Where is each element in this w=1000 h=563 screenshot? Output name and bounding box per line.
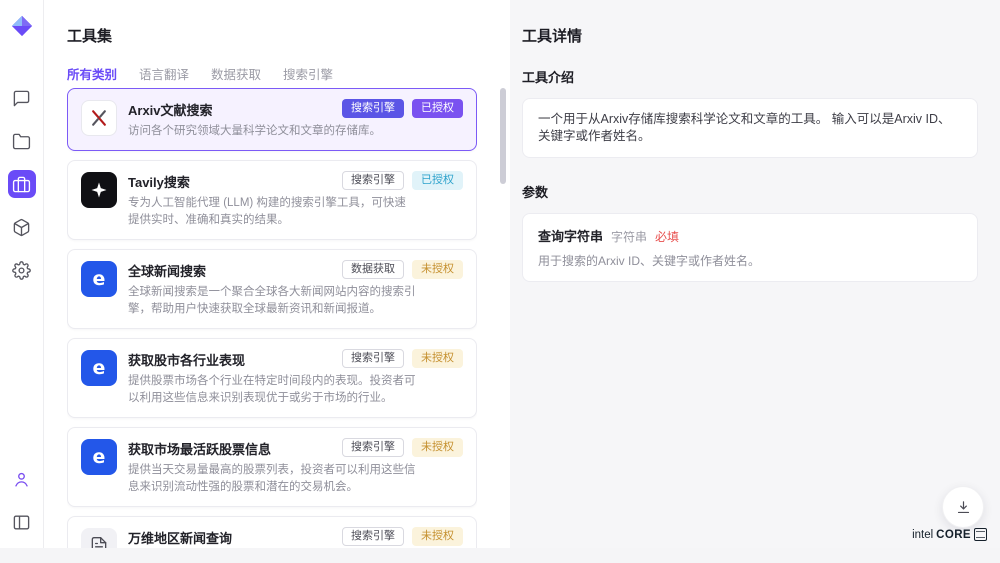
- detail-title: 工具详情: [522, 25, 978, 46]
- app-logo: [11, 15, 33, 42]
- category-badge: 搜索引擎: [342, 349, 404, 368]
- tool-title: Tavily搜索: [128, 171, 190, 191]
- tab-search-engine[interactable]: 搜索引擎: [283, 64, 333, 83]
- tool-description: 提供当天交易量最高的股票列表，投资者可以利用这些信息来识别流动性强的股票和潜在的…: [128, 462, 416, 496]
- auth-badge: 未授权: [412, 527, 463, 546]
- briefcase-icon: [12, 175, 31, 194]
- package-icon: [12, 218, 31, 237]
- download-icon: [955, 499, 972, 516]
- user-icon: [12, 470, 31, 489]
- news-provider-icon: e: [81, 261, 117, 297]
- param-required-badge: 必填: [655, 228, 679, 245]
- nav-tools-button[interactable]: [8, 170, 36, 198]
- tool-card-arxiv[interactable]: Arxiv文献搜索 搜索引擎 已授权 访问各个研究领域大量科学论文和文章的存储库…: [67, 88, 477, 151]
- tool-card-list: Arxiv文献搜索 搜索引擎 已授权 访问各个研究领域大量科学论文和文章的存储库…: [67, 88, 477, 548]
- category-badge: 搜索引擎: [342, 171, 404, 190]
- intro-card: 一个用于从Arxiv存储库搜索科学论文和文章的工具。 输入可以是Arxiv ID…: [522, 98, 978, 158]
- intel-brand-text: intel: [912, 529, 933, 541]
- tab-data-fetch[interactable]: 数据获取: [211, 64, 261, 83]
- collapse-panel-icon: [12, 513, 31, 532]
- tool-title: Arxiv文献搜索: [128, 99, 213, 119]
- category-badge: 搜索引擎: [342, 99, 404, 118]
- intel-ultra-badge: [974, 528, 987, 541]
- stock-provider-icon: e: [81, 350, 117, 386]
- sidebar-rail: [0, 0, 44, 548]
- nav-chat-button[interactable]: [8, 84, 36, 112]
- auth-badge: 未授权: [412, 438, 463, 457]
- tool-list-panel: 工具集 所有类别 语言翻译 数据获取 搜索引擎 Arxiv文献搜索 搜索引擎 已…: [44, 0, 510, 548]
- nav-settings-button[interactable]: [8, 256, 36, 284]
- intro-heading: 工具介绍: [522, 67, 978, 86]
- chat-icon: [12, 89, 31, 108]
- tavily-sparkle-icon: [81, 172, 117, 208]
- app-root: 工具集 所有类别 语言翻译 数据获取 搜索引擎 Arxiv文献搜索 搜索引擎 已…: [0, 0, 1000, 548]
- tool-card-most-active-stocks[interactable]: e 获取市场最活跃股票信息 搜索引擎 未授权 提供当天交易量最高的股票列表，投资…: [67, 427, 477, 507]
- gear-icon: [12, 261, 31, 280]
- category-badge: 数据获取: [342, 260, 404, 279]
- tool-title: 获取股市各行业表现: [128, 349, 245, 369]
- tab-language-translation[interactable]: 语言翻译: [139, 64, 189, 83]
- tool-description: 专为人工智能代理 (LLM) 构建的搜索引擎工具，可快速提供实时、准确和真实的结…: [128, 195, 416, 229]
- params-heading: 参数: [522, 182, 978, 201]
- download-button[interactable]: [942, 486, 984, 528]
- tool-description: 访问各个研究领域大量科学论文和文章的存储库。: [128, 123, 416, 140]
- tool-title: 获取市场最活跃股票信息: [128, 438, 271, 458]
- tool-title: 全球新闻搜索: [128, 260, 206, 280]
- param-card: 查询字符串 字符串 必填 用于搜索的Arxiv ID、关键字或作者姓名。: [522, 213, 978, 282]
- auth-badge: 未授权: [412, 260, 463, 279]
- category-tabs: 所有类别 语言翻译 数据获取 搜索引擎: [67, 64, 333, 83]
- tool-description: 提供股票市场各个行业在特定时间段内的表现。投资者可以利用这些信息来识别表现优于或…: [128, 373, 416, 407]
- logo-gem-icon: [11, 15, 33, 37]
- page-title: 工具集: [67, 25, 112, 46]
- newspaper-icon: [81, 528, 117, 548]
- nav-files-button[interactable]: [8, 127, 36, 155]
- core-brand-text: CORE: [936, 529, 971, 541]
- param-name: 查询字符串: [538, 226, 603, 245]
- tool-card-sector-performance[interactable]: e 获取股市各行业表现 搜索引擎 未授权 提供股票市场各个行业在特定时间段内的表…: [67, 338, 477, 418]
- auth-badge: 已授权: [412, 99, 463, 118]
- category-badge: 搜索引擎: [342, 438, 404, 457]
- tool-card-regional-news[interactable]: 万维地区新闻查询 搜索引擎 未授权 查询具体行政区划内的新闻，快速了解各地新闻动: [67, 516, 477, 548]
- param-description: 用于搜索的Arxiv ID、关键字或作者姓名。: [538, 252, 962, 269]
- intel-core-logo: intel CORE: [912, 528, 987, 541]
- tool-card-tavily[interactable]: Tavily搜索 搜索引擎 已授权 专为人工智能代理 (LLM) 构建的搜索引擎…: [67, 160, 477, 240]
- nav-user-button[interactable]: [8, 465, 36, 493]
- tool-detail-panel: 工具详情 工具介绍 一个用于从Arxiv存储库搜索科学论文和文章的工具。 输入可…: [510, 0, 1000, 548]
- tool-card-global-news[interactable]: e 全球新闻搜索 数据获取 未授权 全球新闻搜索是一个聚合全球各大新闻网站内容的…: [67, 249, 477, 329]
- folder-icon: [12, 132, 31, 151]
- auth-badge: 已授权: [412, 171, 463, 190]
- nav-plugins-button[interactable]: [8, 213, 36, 241]
- category-badge: 搜索引擎: [342, 527, 404, 546]
- tool-description: 全球新闻搜索是一个聚合全球各大新闻网站内容的搜索引擎，帮助用户快速获取全球最新资…: [128, 284, 416, 318]
- auth-badge: 未授权: [412, 349, 463, 368]
- scrollbar-thumb[interactable]: [500, 88, 506, 184]
- tool-title: 万维地区新闻查询: [128, 527, 232, 547]
- nav-collapse-button[interactable]: [8, 508, 36, 536]
- param-type: 字符串: [611, 228, 647, 245]
- arxiv-icon: [81, 100, 117, 136]
- scrollbar-track: [500, 88, 506, 542]
- tab-all-categories[interactable]: 所有类别: [67, 64, 117, 83]
- stock-provider-icon: e: [81, 439, 117, 475]
